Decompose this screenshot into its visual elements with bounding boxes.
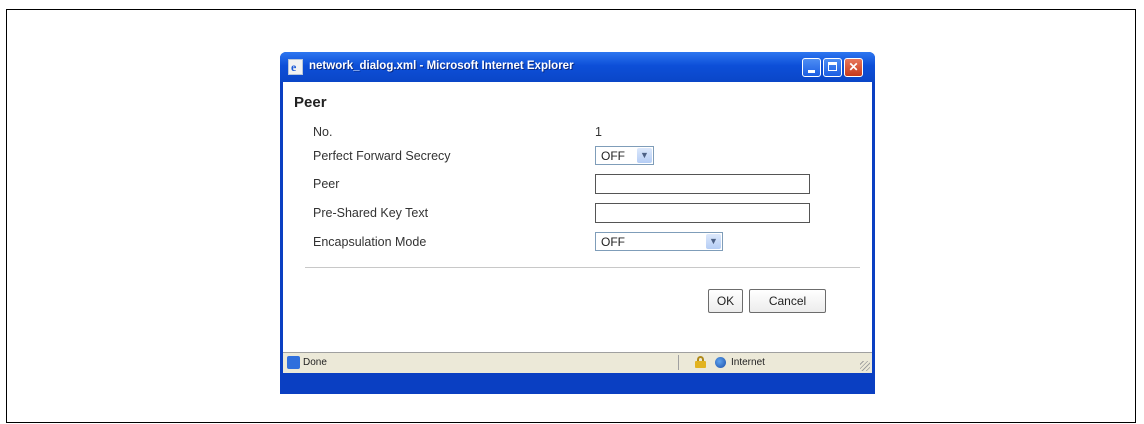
row-peer: Peer (313, 174, 843, 194)
ie-popup-window: e network_dialog.xml - Microsoft Interne… (280, 52, 875, 394)
security-zone: Internet (731, 357, 765, 368)
globe-icon (715, 357, 726, 368)
close-icon: ✕ (848, 60, 859, 74)
row-encap: Encapsulation Mode OFF ▼ (313, 232, 843, 252)
resize-grip[interactable] (860, 361, 870, 371)
window-title: network_dialog.xml - Microsoft Internet … (309, 60, 574, 72)
pfs-label: Perfect Forward Secrecy (313, 149, 451, 163)
ok-button[interactable]: OK (708, 289, 743, 313)
peer-label: Peer (313, 177, 340, 191)
maximize-button[interactable] (823, 58, 842, 77)
minimize-button[interactable] (802, 58, 821, 77)
status-text: Done (303, 357, 327, 368)
cancel-button[interactable]: Cancel (749, 289, 826, 313)
divider (305, 267, 860, 268)
psk-label: Pre-Shared Key Text (313, 206, 429, 220)
close-button[interactable]: ✕ (844, 58, 863, 77)
chevron-down-icon[interactable]: ▼ (637, 148, 652, 163)
psk-input[interactable] (595, 203, 810, 223)
row-no: No. 1 (313, 122, 843, 142)
pfs-select[interactable]: OFF ▼ (595, 146, 654, 165)
row-psk: Pre-Shared Key Text (313, 203, 843, 223)
chevron-down-icon[interactable]: ▼ (706, 234, 721, 249)
peer-input[interactable] (595, 174, 810, 194)
status-divider (678, 355, 679, 370)
dialog-heading: Peer (294, 94, 327, 111)
lock-icon (695, 356, 706, 368)
encap-selected-value: OFF (601, 235, 625, 249)
maximize-icon (828, 62, 837, 71)
encap-select[interactable]: OFF ▼ (595, 232, 723, 251)
minimize-icon (808, 70, 815, 73)
status-bar: Done Internet (283, 352, 872, 373)
title-bar[interactable]: e network_dialog.xml - Microsoft Interne… (280, 52, 875, 82)
pfs-selected-value: OFF (601, 149, 625, 163)
row-pfs: Perfect Forward Secrecy OFF ▼ (313, 146, 843, 166)
no-label: No. (313, 125, 333, 139)
dialog-content: Peer No. 1 Perfect Forward Secrecy OFF ▼… (283, 82, 872, 373)
no-value: 1 (595, 125, 602, 139)
encap-label: Encapsulation Mode (313, 235, 427, 249)
ie-page-icon: e (288, 59, 303, 75)
page-icon (287, 356, 300, 369)
